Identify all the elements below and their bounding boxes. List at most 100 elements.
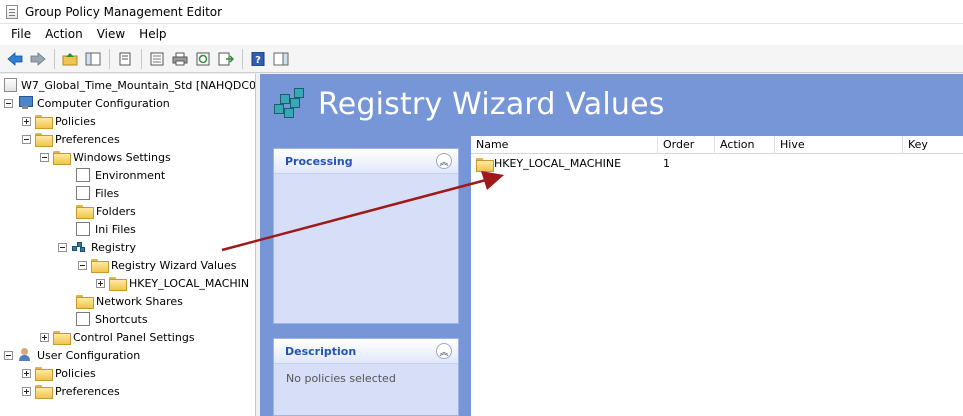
- collapse-icon[interactable]: [58, 242, 67, 252]
- cell-key: [903, 155, 963, 173]
- registry-list-view: Name Order Action Hive Key HKEY_LOCAL_MA…: [471, 136, 963, 416]
- tree-item-ini-files[interactable]: Ini Files: [76, 220, 136, 238]
- registry-icon: [272, 86, 308, 122]
- folder-icon: [476, 158, 494, 172]
- column-header-hive[interactable]: Hive: [775, 136, 903, 154]
- back-arrow-icon[interactable]: [4, 48, 26, 70]
- open-folder-icon: [91, 259, 109, 273]
- menu-help[interactable]: Help: [132, 24, 173, 45]
- cell-name: HKEY_LOCAL_MACHINE: [471, 155, 658, 173]
- tree-item-files[interactable]: Files: [76, 184, 119, 202]
- details-pane: Registry Wizard Values Processing ︽ Desc…: [260, 74, 963, 416]
- toolbar-separator: [242, 48, 243, 69]
- expand-icon[interactable]: [22, 386, 31, 396]
- menu-file[interactable]: File: [4, 24, 38, 45]
- tree-item-label: Environment: [95, 168, 166, 182]
- tree-item-label: Policies: [55, 114, 96, 128]
- page-title: Registry Wizard Values: [318, 87, 665, 122]
- tree-item-label: Registry: [91, 240, 137, 254]
- delete-icon[interactable]: [114, 48, 136, 70]
- collapse-icon[interactable]: [40, 152, 49, 162]
- toolbar-separator: [54, 48, 55, 69]
- toolbar-separator: [109, 48, 110, 69]
- tree-item-label: Files: [95, 186, 120, 200]
- user-icon: [17, 348, 33, 362]
- tree-item-label: Computer Configuration: [37, 96, 170, 110]
- folder-icon: [35, 385, 53, 399]
- tree-item-user-configuration[interactable]: User Configuration: [4, 346, 140, 364]
- table-row[interactable]: HKEY_LOCAL_MACHINE 1: [471, 155, 963, 173]
- description-panel: Description ︽ No policies selected: [273, 338, 459, 416]
- print-icon[interactable]: [169, 48, 191, 70]
- gpo-document-icon: [4, 78, 17, 92]
- folder-icon: [109, 277, 127, 291]
- tree-item-preferences[interactable]: Preferences: [22, 130, 120, 148]
- forward-arrow-icon[interactable]: [27, 48, 49, 70]
- collapse-panel-icon[interactable]: ︽: [436, 343, 452, 359]
- description-text: No policies selected: [286, 372, 396, 385]
- expand-icon[interactable]: [22, 368, 31, 378]
- description-panel-title: Description: [285, 344, 357, 358]
- tree-item-gpo-root[interactable]: W7_Global_Time_Mountain_Std [NAHQDC03: [4, 76, 255, 94]
- show-hide-action-pane-icon[interactable]: [270, 48, 292, 70]
- tree-item-control-panel-settings[interactable]: Control Panel Settings: [40, 328, 195, 346]
- show-hide-tree-icon[interactable]: [82, 48, 104, 70]
- expand-icon[interactable]: [96, 278, 105, 288]
- registry-icon: [71, 240, 87, 254]
- tree-item-label: Control Panel Settings: [73, 330, 195, 344]
- tree-item-network-shares[interactable]: Network Shares: [76, 292, 183, 310]
- collapse-icon[interactable]: [22, 134, 31, 144]
- tree-item-hkey-local-machine[interactable]: HKEY_LOCAL_MACHIN: [96, 274, 249, 292]
- tree-item-label: Registry Wizard Values: [111, 258, 237, 272]
- help-icon[interactable]: ?: [247, 48, 269, 70]
- cell-order: 1: [663, 157, 670, 170]
- menu-view[interactable]: View: [90, 24, 132, 45]
- tree-item-environment[interactable]: Environment: [76, 166, 165, 184]
- properties-icon[interactable]: [146, 48, 168, 70]
- tree-item-user-preferences[interactable]: Preferences: [22, 382, 120, 400]
- refresh-icon[interactable]: [192, 48, 214, 70]
- up-folder-icon[interactable]: [59, 48, 81, 70]
- column-header-name[interactable]: Name: [471, 136, 658, 154]
- tree-item-folders[interactable]: Folders: [76, 202, 136, 220]
- window-title: Group Policy Management Editor: [25, 4, 223, 19]
- files-icon: [76, 186, 90, 200]
- column-header-key[interactable]: Key: [903, 136, 963, 154]
- tree-item-label: Shortcuts: [95, 312, 148, 326]
- expand-icon[interactable]: [22, 116, 31, 126]
- tree-item-shortcuts[interactable]: Shortcuts: [76, 310, 148, 328]
- expand-icon[interactable]: [40, 332, 49, 342]
- tree-item-windows-settings[interactable]: Windows Settings: [40, 148, 171, 166]
- tree-item-registry[interactable]: Registry: [58, 238, 136, 256]
- export-list-icon[interactable]: [215, 48, 237, 70]
- folder-icon: [35, 133, 53, 147]
- processing-panel-header: Processing ︽: [274, 149, 458, 174]
- column-header-action[interactable]: Action: [715, 136, 775, 154]
- menu-action[interactable]: Action: [38, 24, 90, 45]
- collapse-icon[interactable]: [4, 98, 13, 108]
- tree-item-label: Folders: [96, 204, 136, 218]
- tree-item-computer-configuration[interactable]: Computer Configuration: [4, 94, 170, 112]
- folder-icon: [35, 115, 53, 129]
- tree-item-user-policies[interactable]: Policies: [22, 364, 96, 382]
- cell-hive: [775, 155, 903, 173]
- network-share-icon: [76, 295, 94, 309]
- tree-item-label: Preferences: [55, 384, 120, 398]
- tree-item-policies[interactable]: Policies: [22, 112, 96, 130]
- collapse-panel-icon[interactable]: ︽: [436, 153, 452, 169]
- menu-bar: File Action View Help: [0, 24, 963, 45]
- tree-item-label: User Configuration: [37, 348, 141, 362]
- title-bar: Group Policy Management Editor: [0, 0, 963, 24]
- collapse-icon[interactable]: [78, 260, 87, 270]
- document-icon: [6, 4, 18, 19]
- column-header-order[interactable]: Order: [658, 136, 715, 154]
- folder-icon: [35, 367, 53, 381]
- tree-item-registry-wizard-values[interactable]: Registry Wizard Values: [78, 256, 236, 274]
- control-panel-icon: [53, 331, 71, 345]
- svg-text:?: ?: [255, 55, 261, 66]
- collapse-icon[interactable]: [4, 350, 13, 360]
- console-tree: W7_Global_Time_Mountain_Std [NAHQDC03 Co…: [0, 74, 256, 416]
- folders-icon: [76, 205, 94, 219]
- list-header: Name Order Action Hive Key: [471, 136, 963, 154]
- tree-item-label: Network Shares: [96, 294, 183, 308]
